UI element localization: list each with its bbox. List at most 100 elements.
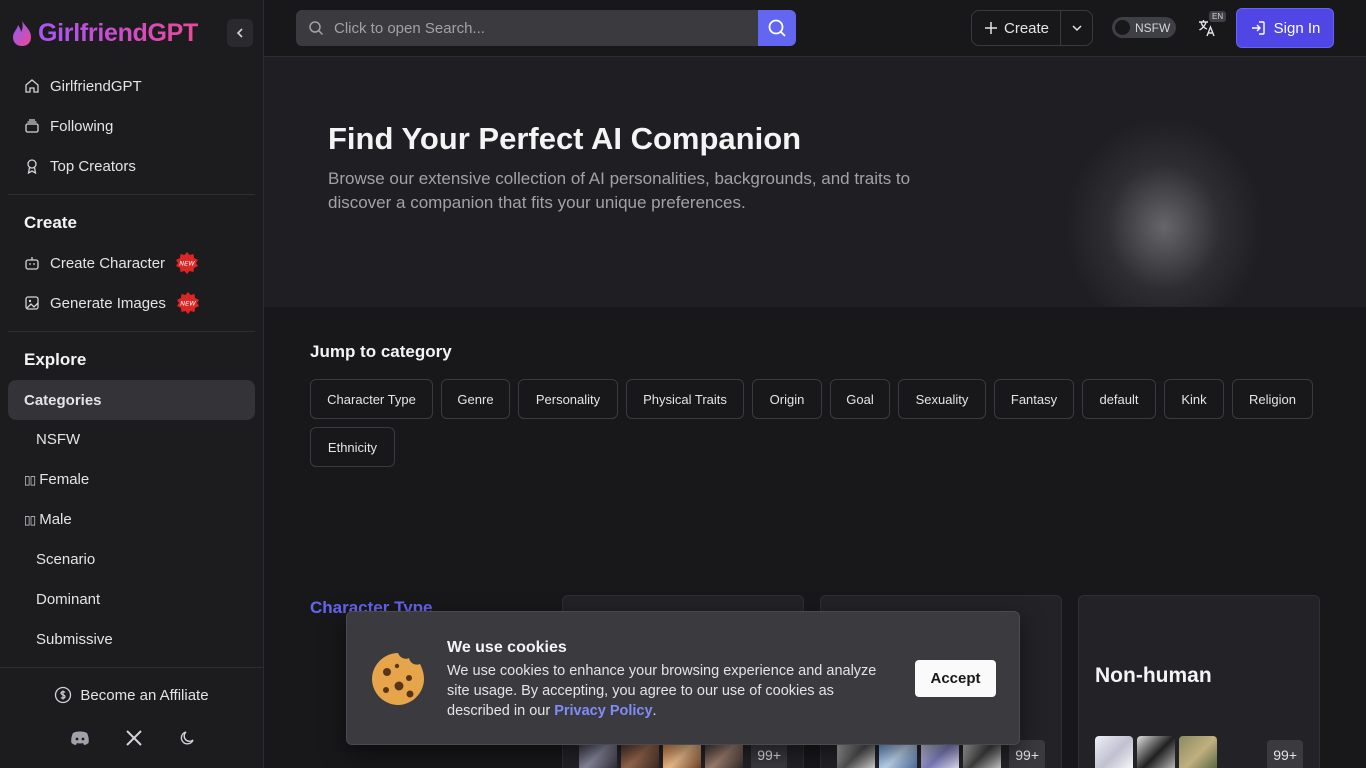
broken-emoji-icon: ▯▯ xyxy=(24,472,36,487)
thumbnail xyxy=(1179,736,1217,768)
chip-sexuality[interactable]: Sexuality xyxy=(898,379,986,419)
sidebar-divider xyxy=(8,331,255,332)
chip-goal[interactable]: Goal xyxy=(830,379,890,419)
hero-subtitle: Browse our extensive collection of AI pe… xyxy=(328,169,911,212)
award-icon xyxy=(24,158,40,174)
search-input[interactable]: Click to open Search... xyxy=(296,10,758,46)
chevron-left-icon xyxy=(236,28,243,38)
hero-banner: Find Your Perfect AI Companion Browse ou… xyxy=(264,57,1366,307)
jump-to-category-title: Jump to category xyxy=(310,342,452,361)
chip-physical-traits[interactable]: Physical Traits xyxy=(626,379,744,419)
chip-fantasy[interactable]: Fantasy xyxy=(994,379,1074,419)
nsfw-toggle-label: NSFW xyxy=(1135,20,1171,35)
bot-icon xyxy=(24,255,40,271)
explore-section-title: Explore xyxy=(24,350,87,369)
x-twitter-icon[interactable] xyxy=(122,726,146,750)
sidebar-item-top-creators[interactable]: Top Creators xyxy=(8,146,255,186)
sidebar-item-following[interactable]: Following xyxy=(8,106,255,146)
category-card-non-human[interactable]: Non-human 99+ xyxy=(1078,595,1320,768)
sidebar-item-label: Categories xyxy=(24,391,102,409)
logo-row: GirlfriendGPT xyxy=(0,0,263,66)
accept-cookies-button[interactable]: Accept xyxy=(915,660,996,697)
dollar-circle-icon xyxy=(55,686,72,704)
sidebar-item-create-character[interactable]: Create Character NEW xyxy=(8,243,255,283)
cookie-banner: We use cookies We use cookies to enhance… xyxy=(346,611,1020,745)
search-icon xyxy=(768,19,786,37)
home-icon xyxy=(24,78,40,94)
sidebar-subitem-nsfw[interactable]: NSFW xyxy=(36,431,80,448)
new-badge-icon: NEW xyxy=(176,291,200,315)
chip-ethnicity[interactable]: Ethnicity xyxy=(310,427,395,467)
stack-icon xyxy=(24,118,40,134)
sidebar-subitem-scenario[interactable]: Scenario xyxy=(36,551,95,568)
chip-kink[interactable]: Kink xyxy=(1164,379,1224,419)
privacy-policy-link[interactable]: Privacy Policy xyxy=(554,703,652,719)
thumbnail xyxy=(1095,736,1133,768)
create-label: Create xyxy=(1004,19,1050,37)
toggle-knob xyxy=(1115,20,1130,35)
sidebar-item-label: Generate Images xyxy=(50,294,166,312)
language-code-badge: EN xyxy=(1209,11,1227,22)
sign-in-label: Sign In xyxy=(1273,19,1321,37)
sidebar-item-generate-images[interactable]: Generate Images NEW xyxy=(8,283,255,323)
card-thumbnails xyxy=(1095,736,1217,768)
new-badge-text: NEW xyxy=(180,300,196,308)
search-placeholder: Click to open Search... xyxy=(334,19,485,37)
cookie-text: We use cookies to enhance your browsing … xyxy=(447,663,877,719)
sidebar-footer: Become an Affiliate xyxy=(0,667,263,768)
sidebar: GirlfriendGPT GirlfriendGPT Following To… xyxy=(0,0,264,768)
sign-in-button[interactable]: Sign In xyxy=(1236,8,1334,48)
create-button[interactable]: Create xyxy=(972,20,1060,37)
chip-character-type[interactable]: Character Type xyxy=(310,379,433,419)
thumbnail xyxy=(1137,736,1175,768)
hero-title: Find Your Perfect AI Companion xyxy=(328,121,802,156)
top-header: Click to open Search... Create NSFW EN S… xyxy=(264,0,1366,57)
create-dropdown-toggle[interactable] xyxy=(1061,22,1092,34)
cookie-period: . xyxy=(652,703,657,719)
broken-emoji-icon: ▯▯ xyxy=(24,512,36,527)
become-affiliate-link[interactable]: Become an Affiliate xyxy=(0,686,263,704)
flame-icon xyxy=(13,20,31,46)
sidebar-item-label: Top Creators xyxy=(50,157,136,175)
sidebar-subitem-submissive[interactable]: Submissive xyxy=(36,631,113,648)
discord-icon[interactable] xyxy=(68,726,92,750)
card-count-badge: 99+ xyxy=(1267,740,1303,768)
cookie-icon xyxy=(372,653,424,705)
chip-default[interactable]: default xyxy=(1082,379,1156,419)
login-icon xyxy=(1251,21,1265,35)
brand-logo[interactable]: GirlfriendGPT xyxy=(10,19,198,48)
card-title: Non-human xyxy=(1095,664,1212,687)
affiliate-label: Become an Affiliate xyxy=(80,686,209,704)
sidebar-divider xyxy=(8,194,255,195)
chip-personality[interactable]: Personality xyxy=(518,379,618,419)
plus-icon xyxy=(985,22,997,34)
sidebar-item-label: Following xyxy=(50,117,114,135)
sidebar-subitem-female[interactable]: ▯▯ Female xyxy=(24,471,89,488)
create-button-group: Create xyxy=(971,10,1093,46)
create-section-title: Create xyxy=(24,213,77,232)
image-plus-icon xyxy=(24,295,40,311)
moon-icon[interactable] xyxy=(176,726,200,750)
new-badge-text: NEW xyxy=(179,260,195,268)
sidebar-subitem-dominant[interactable]: Dominant xyxy=(36,591,100,608)
sidebar-item-label: GirlfriendGPT xyxy=(50,77,142,95)
cookie-body: We use cookies to enhance your browsing … xyxy=(447,661,897,721)
chip-origin[interactable]: Origin xyxy=(752,379,822,419)
collapse-sidebar-button[interactable] xyxy=(227,19,253,47)
social-links xyxy=(68,726,200,750)
sidebar-item-label: Create Character xyxy=(50,254,166,272)
search-button[interactable] xyxy=(758,10,796,46)
cookie-title: We use cookies xyxy=(447,639,567,656)
chip-genre[interactable]: Genre xyxy=(441,379,510,419)
new-badge-icon: NEW xyxy=(175,251,199,275)
nsfw-toggle[interactable]: NSFW xyxy=(1112,17,1176,38)
hero-glow xyxy=(1064,117,1264,307)
sidebar-item-categories[interactable]: Categories xyxy=(8,380,255,420)
brand-name: GirlfriendGPT xyxy=(38,18,199,47)
sidebar-item-home[interactable]: GirlfriendGPT xyxy=(8,66,255,106)
search-icon xyxy=(309,21,324,36)
chip-religion[interactable]: Religion xyxy=(1232,379,1313,419)
chevron-down-icon xyxy=(1071,25,1082,32)
sidebar-subitem-male[interactable]: ▯▯ Male xyxy=(24,511,72,528)
sidebar-subitem-label: Male xyxy=(39,511,72,528)
